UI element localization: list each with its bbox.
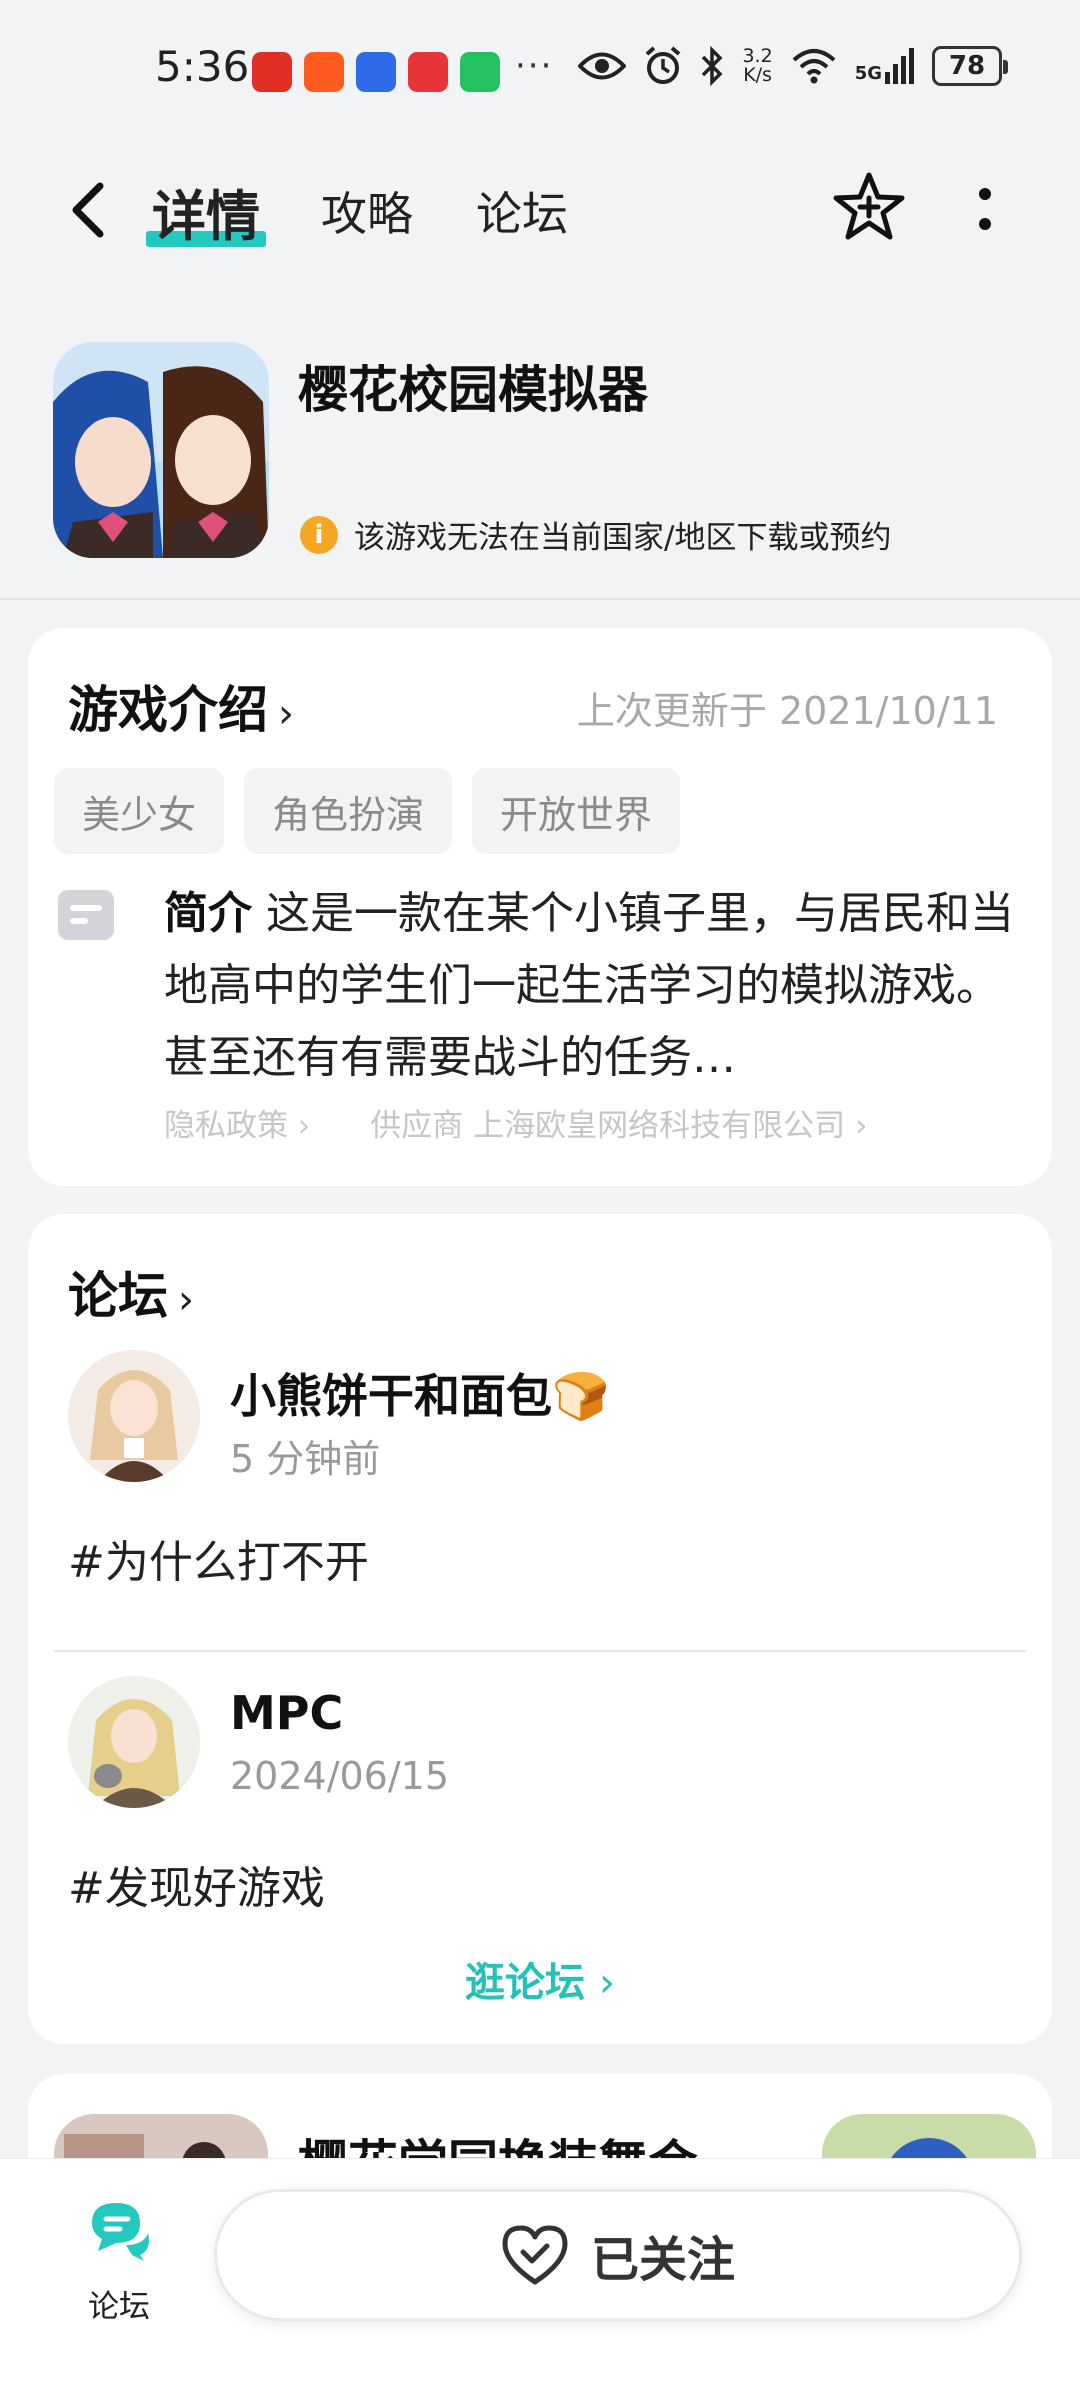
tag-item[interactable]: 角色扮演: [244, 768, 453, 854]
post-time: 5 分钟前: [230, 1437, 381, 1481]
post-username[interactable]: MPC: [230, 1686, 343, 1740]
tab-detail[interactable]: 详情: [146, 172, 266, 251]
tag-list: 美少女 角色扮演 开放世界: [54, 768, 681, 854]
tab-guide[interactable]: 攻略: [321, 178, 413, 244]
post-username[interactable]: 小熊饼干和面包🍞: [230, 1360, 609, 1426]
forum-chat-icon: [92, 2203, 149, 2261]
forum-section-title[interactable]: 论坛 ›: [68, 1256, 194, 1328]
wechat-icon: [460, 52, 500, 92]
follow-label: 已关注: [590, 2232, 735, 2288]
region-notice-text: 该游戏无法在当前国家/地区下载或预约: [354, 520, 892, 556]
last-updated-text: 上次更新于 2021/10/11: [576, 689, 998, 733]
heart-check-icon: [502, 2225, 568, 2285]
supplier-link[interactable]: 供应商 上海欧皇网络科技有限公司 ›: [370, 1100, 867, 1145]
privacy-policy-link[interactable]: 隐私政策 ›: [164, 1100, 310, 1145]
game-title: 樱花校园模拟器: [298, 361, 648, 419]
post-text[interactable]: #发现好游戏: [68, 1852, 325, 1916]
chevron-right-icon: ›: [278, 691, 294, 737]
signal-icon: 5G: [855, 48, 914, 84]
status-time: 5:36: [155, 42, 250, 91]
status-right: 3.2 K/s 5G 78: [578, 45, 1008, 86]
game-icon-image: [53, 342, 269, 558]
post-time: 2024/06/15: [230, 1754, 450, 1798]
notification-icons: [252, 52, 500, 92]
chevron-right-icon: ›: [598, 1960, 615, 2006]
follow-button[interactable]: 已关注: [214, 2189, 1022, 2321]
tag-item[interactable]: 开放世界: [472, 768, 681, 854]
chevron-right-icon: ›: [178, 1277, 194, 1323]
post-text[interactable]: #为什么打不开: [68, 1526, 369, 1590]
wifi-icon: [792, 49, 836, 84]
tag-item[interactable]: 美少女: [54, 768, 225, 854]
avatar[interactable]: [68, 1350, 200, 1482]
more-notifications-indicator: ···: [515, 46, 554, 86]
game-description[interactable]: 简介 这是一款在某个小镇子里，与居民和当地高中的学生们一起生活学习的模拟游戏。 甚…: [164, 878, 1014, 1094]
description-text: 这是一款在某个小镇子里，与居民和当地高中的学生们一起生活学习的模拟游戏。 甚至还…: [164, 888, 1014, 1083]
description-icon: [58, 890, 114, 940]
alarm-icon: [646, 46, 681, 84]
info-icon: i: [300, 515, 338, 554]
forum-tab-label: 论坛: [88, 2289, 150, 2325]
bluetooth-icon: [702, 46, 723, 86]
legal-links: 隐私政策 › 供应商 上海欧皇网络科技有限公司 ›: [164, 1100, 867, 1145]
header-divider: [0, 598, 1080, 600]
game-intro-card: 游戏介绍 › 上次更新于 2021/10/11 美少女 角色扮演 开放世界 简介这…: [28, 628, 1052, 1186]
battery-indicator: 78: [932, 46, 1008, 86]
bottom-action-bar: 论坛 已关注: [0, 2158, 1080, 2400]
eye-icon: [578, 52, 627, 80]
net-speed: 3.2 K/s: [742, 45, 773, 86]
more-options-button[interactable]: [968, 184, 1002, 238]
avatar[interactable]: [68, 1676, 200, 1808]
huawei-store-icon: [408, 52, 448, 92]
top-nav: 详情 攻略 论坛: [0, 140, 1080, 280]
forum-card: 论坛 › 小熊饼干和面包🍞 5 分钟前 #为什么打不开 MPC 2024/06/…: [28, 1214, 1052, 2044]
status-bar: 5:36 ··· 3.2 K/s 5G 78: [0, 0, 1080, 140]
region-notice: i 该游戏无法在当前国家/地区下载或预约: [300, 512, 891, 557]
pinduoduo-icon: [252, 52, 292, 92]
description-label: 简介: [164, 888, 252, 939]
add-favorite-star-button[interactable]: [832, 170, 906, 244]
post-divider: [54, 1650, 1026, 1652]
visit-forum-link[interactable]: 逛论坛 ›: [28, 1950, 1052, 2008]
forum-tab-button[interactable]: 论坛: [74, 2199, 164, 2329]
tab-forum[interactable]: 论坛: [476, 178, 568, 244]
intro-section-title[interactable]: 游戏介绍 ›: [68, 670, 294, 742]
back-button[interactable]: [60, 178, 120, 242]
baidu-icon: [356, 52, 396, 92]
taobao-icon: [304, 52, 344, 92]
